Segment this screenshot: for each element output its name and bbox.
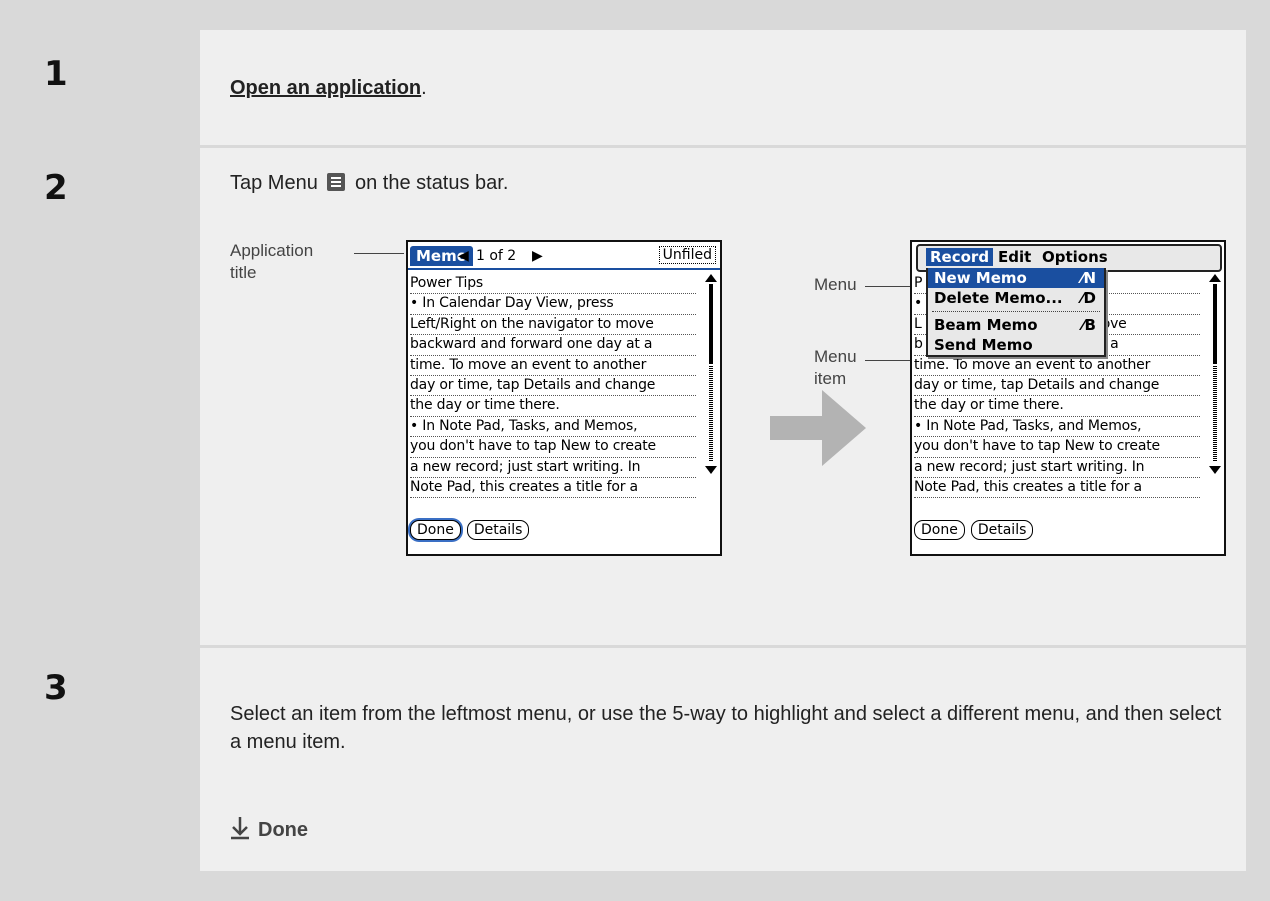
step-1: 1 Open an application. [24,30,1246,145]
callout-line: item [814,369,847,388]
callout-line: Menu [814,347,857,366]
memo-line: a new record; just start writing. In [914,458,1200,478]
button-row: Done Details [410,520,535,540]
scrollbar[interactable] [1209,274,1221,474]
memo-line: Left/Right on the navigator to move [410,315,696,336]
menu-item-beam-memo[interactable]: Beam Memo ⁄B [928,315,1104,335]
scroll-track[interactable] [1213,366,1217,462]
step-number: 3 [24,648,200,871]
done-button[interactable]: Done [410,520,461,540]
step-text-after: on the status bar. [354,172,509,194]
done-button[interactable]: Done [914,520,965,540]
scroll-track[interactable] [709,366,713,462]
scroll-up-icon[interactable] [1209,274,1221,282]
details-button[interactable]: Details [970,520,1034,540]
palm-screen-menu-open: P• sL to moveb ay at atime. To move an e… [910,240,1226,556]
down-arrow-icon [231,817,249,840]
menu-item-shortcut: ⁄D [1081,289,1096,307]
menu-record[interactable]: Record [926,248,994,266]
memo-line: a new record; just start writing. In [410,458,696,478]
callout-leader [354,253,404,254]
memo-line: Power Tips [410,274,696,295]
menu-options[interactable]: Options [1042,248,1108,266]
step-number-label: 3 [44,668,68,708]
memo-line: day or time, tap Details and change [410,376,696,397]
memo-line: you don't have to tap New to create [914,437,1200,458]
menu-item-label: New Memo [934,269,1027,287]
scroll-down-icon[interactable] [705,466,717,474]
step-content: Open an application. [200,30,1246,145]
step-text: Tap Menu on the status bar. [230,172,508,195]
step-3: 3 Select an item from the leftmost menu,… [24,648,1246,871]
step-content: Tap Menu on the status bar. Application … [200,148,1246,645]
menu-item-shortcut: ⁄B [1082,316,1096,334]
memo-line: • In Note Pad, Tasks, and Memos, [410,417,696,438]
memo-line: • In Calendar Day View, press [410,294,696,315]
step-text: Open an application. [230,77,427,100]
memo-line: • In Note Pad, Tasks, and Memos, [914,417,1200,438]
menu-item-label: Send Memo [934,336,1033,354]
step-text-before: Tap Menu [230,172,318,194]
step-number-label: 2 [44,168,68,208]
prev-record-icon[interactable]: ◀ [458,248,469,264]
menu-item-new-memo[interactable]: New Memo ⁄N [928,268,1104,288]
scroll-thumb[interactable] [1213,284,1217,364]
scroll-thumb[interactable] [709,284,713,364]
step-number: 1 [24,30,200,145]
menu-edit[interactable]: Edit [998,248,1031,266]
palm-screen-memo: Memo ◀ 1 of 2 ▶ Unfiled Power Tips • In C… [406,240,722,556]
memo-line: you don't have to tap New to create [410,437,696,458]
scroll-up-icon[interactable] [705,274,717,282]
callout-leader [865,286,915,287]
title-underline [408,268,720,270]
scroll-down-icon[interactable] [1209,466,1221,474]
memo-line: the day or time there. [914,396,1200,417]
title-bar: Memo ◀ 1 of 2 ▶ Unfiled [410,246,716,268]
record-counter: 1 of 2 [476,248,517,264]
details-button[interactable]: Details [466,520,530,540]
menu-item-shortcut: ⁄N [1080,269,1096,287]
callout-menu: Menu [814,275,857,294]
step-text: Select an item from the leftmost menu, o… [230,703,1222,753]
memo-line: Note Pad, this creates a title for a [914,478,1200,499]
step-number-label: 1 [44,54,68,94]
memo-line: day or time, tap Details and change [914,376,1200,397]
callout-line: Application [230,241,314,260]
menu-item-label: Delete Memo... [934,289,1063,307]
memo-line: time. To move an event to another [410,356,696,376]
memo-line: time. To move an event to another [914,356,1200,376]
menu-item-delete-memo[interactable]: Delete Memo... ⁄D [928,288,1104,308]
open-application-link[interactable]: Open an application [230,77,421,99]
arrow-right-icon [770,390,866,466]
scrollbar[interactable] [705,274,717,474]
menu-dropdown: New Memo ⁄N Delete Memo... ⁄D Beam Memo ⁄B … [926,268,1106,357]
memo-text[interactable]: Power Tips • In Calendar Day View, press L… [410,274,696,499]
step-content: Select an item from the leftmost menu, o… [200,648,1246,871]
done-label: Done [258,819,308,841]
memo-line: backward and forward one day at a [410,335,696,356]
button-row: Done Details [914,520,1039,540]
step-suffix: . [421,77,427,99]
memo-line: Note Pad, this creates a title for a [410,478,696,499]
next-record-icon[interactable]: ▶ [532,248,543,264]
menu-separator [932,311,1100,312]
step-2: 2 Tap Menu on the status bar. Applicatio… [24,148,1246,645]
callout-application-title: Application title [230,240,313,284]
memo-line: the day or time there. [410,396,696,417]
callout-line: title [230,263,257,282]
done-marker: Done [230,816,308,842]
category-selector[interactable]: Unfiled [658,246,716,264]
callout-menu-item: Menu item [814,346,857,390]
menu-item-send-memo[interactable]: Send Memo [928,335,1104,355]
menu-icon [327,173,346,191]
step-number: 2 [24,148,200,645]
menu-item-label: Beam Memo [934,316,1038,334]
